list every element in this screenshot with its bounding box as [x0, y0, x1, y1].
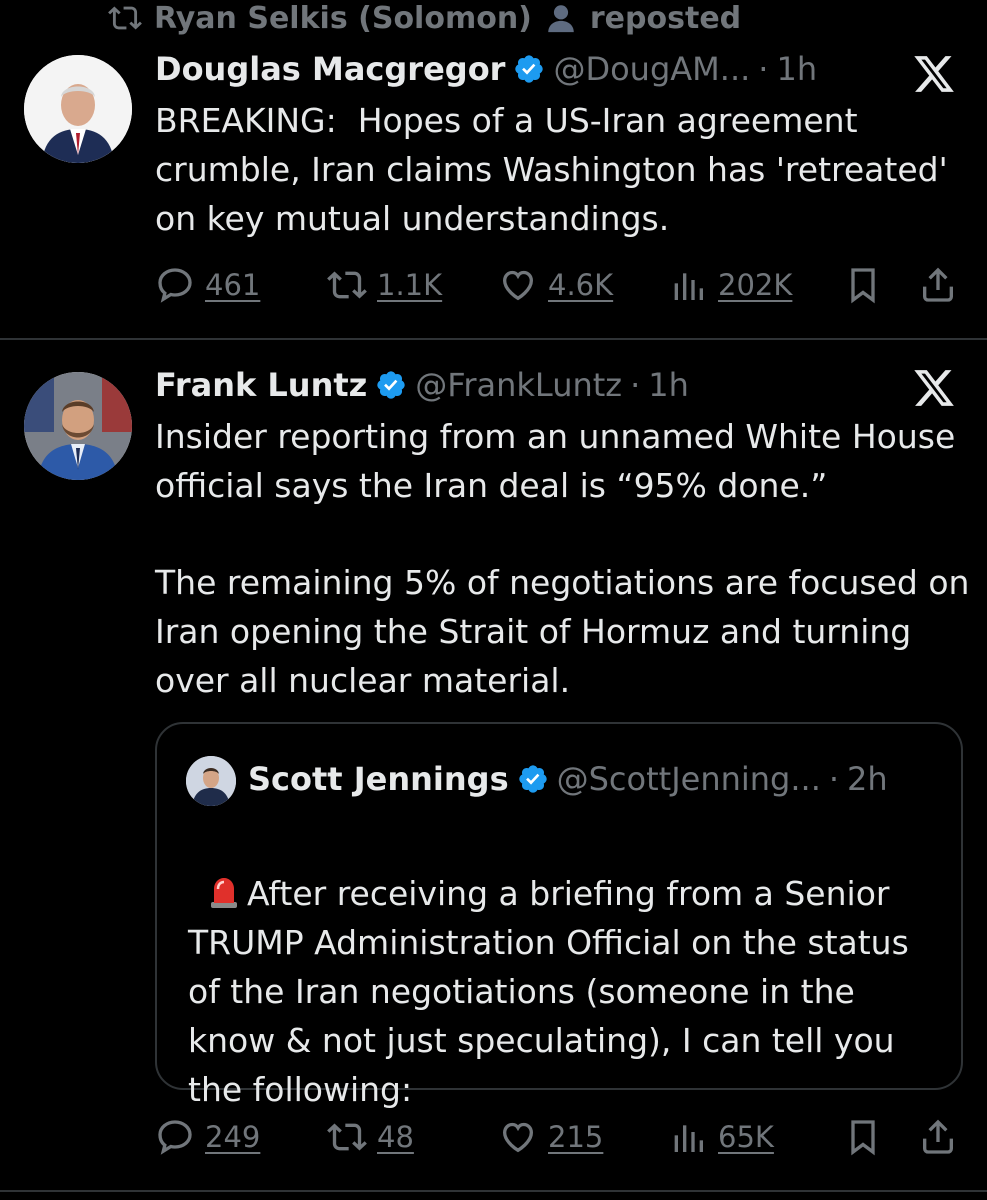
- tweet-header: Frank Luntz @FrankLuntz · 1h: [155, 366, 689, 404]
- repost-count: 48: [377, 1120, 414, 1154]
- quote-text: After receiving a briefing from a Senior…: [188, 874, 920, 1109]
- author-name[interactable]: Douglas Macgregor: [155, 50, 505, 88]
- dot-separator: ·: [630, 366, 641, 404]
- reply-button[interactable]: 249: [155, 1117, 260, 1157]
- repost-icon: [327, 1123, 367, 1151]
- bookmark-button[interactable]: [843, 265, 883, 305]
- reposted-label: reposted: [589, 0, 742, 36]
- share-icon: [923, 267, 953, 302]
- repost-count: 1.1K: [377, 268, 443, 302]
- reposter-name[interactable]: Ryan Selkis (Solomon): [154, 1, 532, 36]
- avatar-frank-luntz[interactable]: [24, 372, 132, 480]
- verified-badge-icon: [518, 765, 547, 793]
- like-count: 4.6K: [548, 268, 614, 302]
- repost-button[interactable]: 1.1K: [327, 265, 442, 305]
- silhouette-emoji-icon: [548, 5, 574, 33]
- quote-author-name[interactable]: Scott Jennings: [248, 760, 509, 798]
- repost-icon: [327, 271, 367, 299]
- tweet-text-paragraph-1: Insider reporting from an unnamed White …: [155, 417, 966, 505]
- quote-time[interactable]: 2h: [847, 760, 888, 798]
- dot-separator: ·: [828, 760, 840, 798]
- tweet-divider: [0, 1190, 987, 1192]
- verified-badge-icon: [515, 55, 544, 83]
- heart-icon: [502, 1122, 534, 1153]
- bookmark-icon: [851, 1120, 875, 1156]
- tweet-time[interactable]: 1h: [776, 50, 817, 88]
- reply-count: 249: [205, 1120, 261, 1154]
- quote-text-container: After receiving a briefing from a Senior…: [188, 820, 928, 1114]
- tweet-actions: 461 1.1K 4.6K 202K: [155, 262, 965, 308]
- repost-indicator[interactable]: Ryan Selkis (Solomon) reposted: [108, 0, 741, 36]
- repost-icon: [108, 6, 142, 30]
- siren-emoji-icon: [210, 878, 237, 908]
- like-button[interactable]: 4.6K: [498, 265, 613, 305]
- view-count: 202K: [718, 268, 793, 302]
- analytics-icon: [674, 273, 703, 300]
- x-logo-icon: [912, 52, 956, 100]
- heart-icon: [502, 270, 534, 301]
- reply-icon: [158, 1120, 192, 1155]
- like-count: 215: [548, 1120, 604, 1154]
- views-button[interactable]: 65K: [668, 1117, 774, 1157]
- x-logo-icon: [912, 366, 956, 414]
- tweet-actions: 249 48 215 65K: [155, 1114, 965, 1160]
- author-handle[interactable]: @FrankLuntz: [415, 366, 622, 404]
- bookmark-icon: [851, 268, 875, 304]
- dot-separator: ·: [758, 50, 769, 88]
- bookmark-button[interactable]: [843, 1117, 883, 1157]
- tweet-text: BREAKING: Hopes of a US-Iran agreement c…: [155, 101, 959, 238]
- like-button[interactable]: 215: [498, 1117, 603, 1157]
- view-count: 65K: [718, 1120, 774, 1154]
- share-button[interactable]: [918, 265, 958, 305]
- reply-count: 461: [205, 268, 261, 302]
- views-button[interactable]: 202K: [668, 265, 792, 305]
- verified-badge-icon: [377, 371, 405, 399]
- quote-header: Scott Jennings @ScottJenning... · 2h: [248, 760, 888, 798]
- analytics-icon: [674, 1125, 703, 1152]
- author-handle[interactable]: @DougAM...: [553, 50, 750, 88]
- avatar-scott-jennings[interactable]: [186, 756, 236, 806]
- avatar-douglas-macgregor[interactable]: [24, 55, 132, 163]
- repost-button[interactable]: 48: [327, 1117, 414, 1157]
- quote-author-handle[interactable]: @ScottJenning...: [557, 760, 821, 798]
- author-name[interactable]: Frank Luntz: [155, 366, 367, 404]
- tweet-time[interactable]: 1h: [648, 366, 689, 404]
- tweet-header: Douglas Macgregor @DougAM... · 1h: [155, 50, 817, 88]
- reply-icon: [158, 268, 192, 303]
- share-icon: [923, 1119, 953, 1154]
- tweet-divider: [0, 338, 987, 340]
- reply-button[interactable]: 461: [155, 265, 260, 305]
- share-button[interactable]: [918, 1117, 958, 1157]
- tweet-text-paragraph-2: The remaining 5% of negotiations are foc…: [155, 563, 980, 700]
